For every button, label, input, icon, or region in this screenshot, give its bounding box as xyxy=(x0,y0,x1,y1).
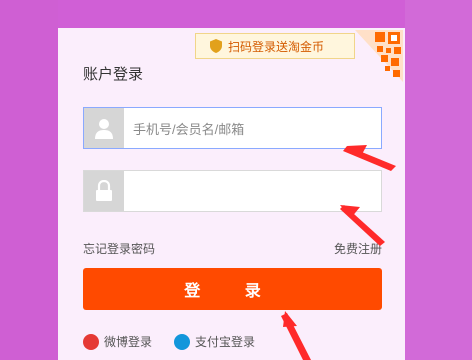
arrow-username xyxy=(343,146,396,171)
arrow-login-head xyxy=(283,311,297,327)
annotation-arrows xyxy=(281,145,396,360)
